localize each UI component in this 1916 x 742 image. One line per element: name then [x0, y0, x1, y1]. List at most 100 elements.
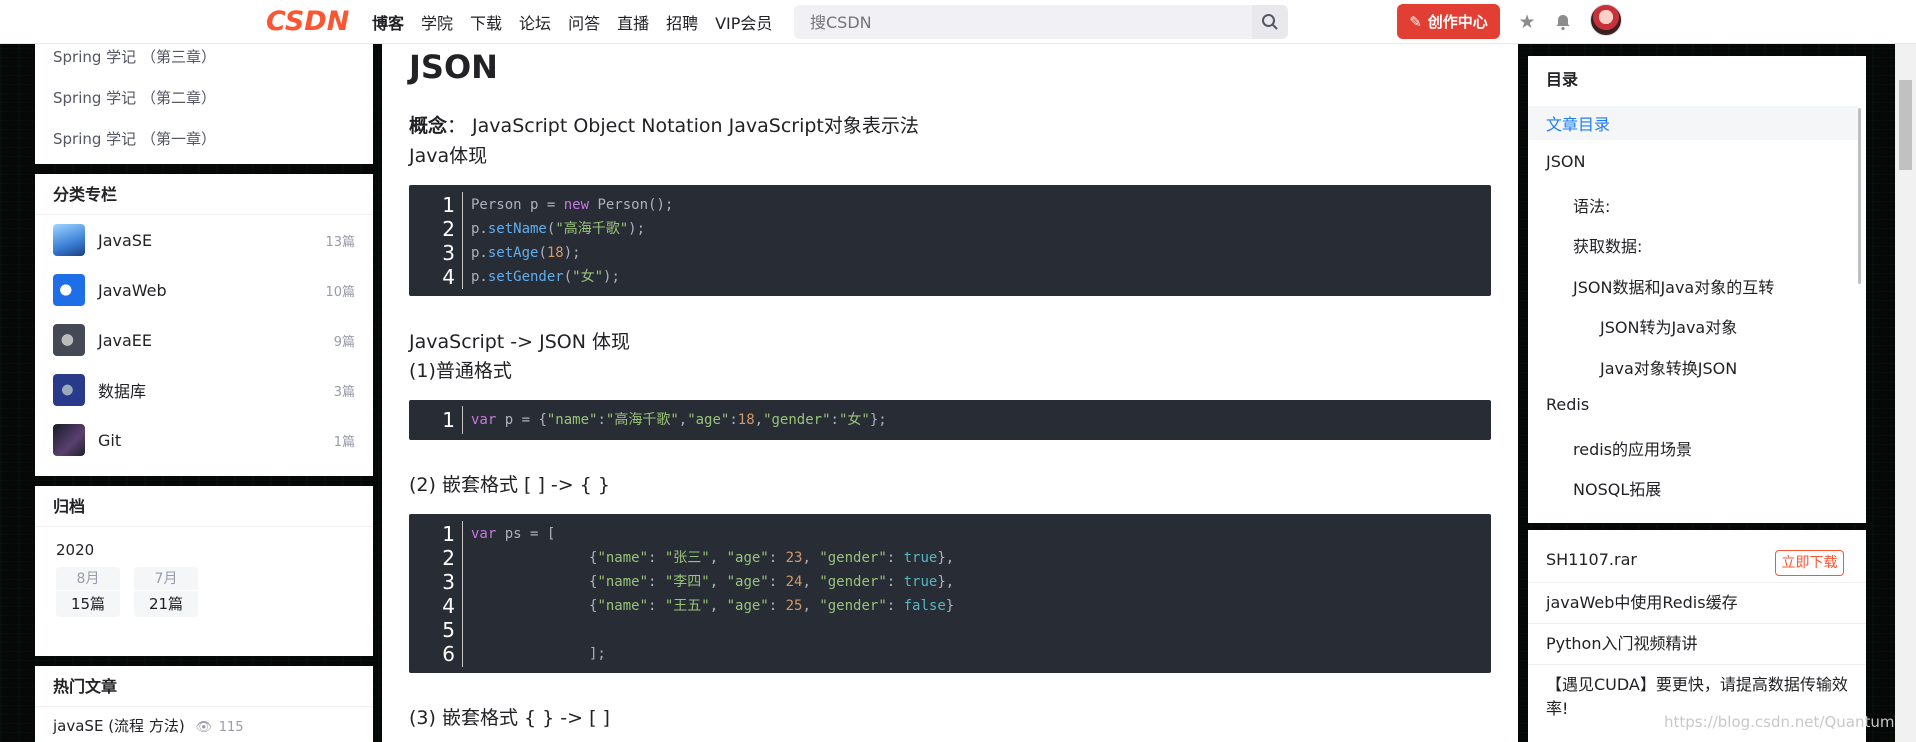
line-number: 1 [442, 408, 455, 432]
recommend-divider [1528, 623, 1866, 624]
nav-qa[interactable]: 问答 [568, 10, 600, 34]
line-number: 4 [442, 265, 455, 289]
concept-label: 概念 [409, 115, 448, 137]
category-item[interactable]: JavaWeb 10篇 [35, 265, 373, 315]
nav-jobs[interactable]: 招聘 [666, 10, 698, 34]
category-item[interactable]: JavaEE 9篇 [35, 315, 373, 365]
nav-vip[interactable]: VIP会员 [715, 10, 772, 34]
archive-months: 8月 15篇 7月 21篇 [35, 567, 373, 617]
format1-label: (1)普通格式 [409, 360, 512, 382]
nav-download[interactable]: 下载 [470, 10, 502, 34]
user-avatar[interactable] [1590, 4, 1622, 36]
code-text: Person p = new Person(); [471, 197, 674, 213]
category-name: JavaSE [98, 230, 153, 250]
line-number: 1 [442, 193, 455, 217]
archive-month-item[interactable]: 8月 15篇 [56, 567, 120, 617]
toc-item[interactable]: Java对象转换JSON [1600, 355, 1737, 379]
javaee-icon [53, 324, 85, 356]
archive-card: 归档 2020 8月 15篇 7月 21篇 [35, 486, 373, 656]
code-text: {"name": "张三", "age": 23, "gender": true… [471, 550, 955, 566]
archive-month-label: 7月 [134, 567, 198, 591]
code-block[interactable]: 1 var p = {"name":"高海千歌","age":18,"gende… [409, 400, 1491, 440]
toc-item[interactable]: redis的应用场景 [1573, 436, 1692, 460]
search-icon [1262, 14, 1278, 30]
category-item[interactable]: JavaSE 13篇 [35, 215, 373, 265]
recommend-divider [1528, 582, 1866, 583]
line-number: 5 [442, 618, 455, 642]
page-scroll-thumb[interactable] [1899, 80, 1912, 170]
category-name: 数据库 [98, 382, 147, 401]
code-line: 4 p.setGender("女"); [409, 265, 1491, 289]
nav-live[interactable]: 直播 [617, 10, 649, 34]
java-label: Java体现 [409, 145, 488, 167]
code-text: var p = {"name":"高海千歌","age":18,"gender"… [471, 412, 887, 428]
code-line: 1 var ps = [ [409, 522, 1491, 546]
toc-item[interactable]: JSON数据和Java对象的互转 [1573, 274, 1774, 298]
code-text: var ps = [ [471, 526, 556, 542]
code-line: 3 p.setAge(18); [409, 241, 1491, 265]
toc-item[interactable]: NOSQL拓展 [1573, 476, 1661, 500]
create-center-button[interactable]: ✎ 创作中心 [1397, 4, 1500, 39]
page-scrollbar[interactable] [1895, 44, 1916, 742]
archive-month-count: 15篇 [70, 595, 106, 613]
category-item[interactable]: Git 1篇 [35, 415, 373, 465]
table-of-contents: 目录 文章目录 JSON 语法: 获取数据: JSON数据和Java对象的互转 … [1528, 56, 1866, 523]
category-count: 10篇 [325, 284, 355, 300]
search-input[interactable] [794, 5, 1252, 39]
toc-item[interactable]: JSON [1546, 152, 1585, 171]
hot-article-item[interactable]: javaSE (流程 方法) 👁 115 [35, 715, 373, 736]
category-count: 13篇 [325, 234, 355, 250]
code-block[interactable]: 1 var ps = [ 2 {"name": "张三", "age": 23,… [409, 514, 1491, 673]
toc-scrollbar[interactable] [1858, 108, 1861, 284]
toc-item[interactable]: JSON转为Java对象 [1600, 314, 1737, 338]
recent-article-item[interactable]: Spring 学记 （第二章） [35, 78, 373, 119]
category-name: JavaEE [98, 330, 153, 350]
download-button[interactable]: 立即下载 [1775, 550, 1844, 576]
code-text: {"name": "王五", "age": 25, "gender": fals… [471, 598, 955, 614]
database-icon [53, 374, 85, 406]
line-number: 3 [442, 570, 455, 594]
category-count: 9篇 [333, 334, 355, 350]
categories-title: 分类专栏 [35, 174, 373, 215]
hot-article-views: 115 [218, 720, 244, 735]
recent-article-item[interactable]: Spring 学记 （第一章） [35, 119, 373, 160]
toc-item[interactable]: 语法: [1573, 193, 1610, 217]
search-button[interactable] [1252, 5, 1288, 39]
recent-articles-card: Spring 学记 （第三章） Spring 学记 （第二章） Spring 学… [35, 44, 373, 164]
code-block[interactable]: 1 Person p = new Person(); 2 p.setName("… [409, 185, 1491, 296]
toc-item[interactable]: Redis [1546, 395, 1589, 414]
recommend-item[interactable]: Python入门视频精讲 [1546, 632, 1856, 656]
archive-month-item[interactable]: 7月 21篇 [134, 567, 198, 617]
concept-text: ： JavaScript Object Notation JavaScript对… [447, 115, 919, 137]
nav-academy[interactable]: 学院 [421, 10, 453, 34]
category-item[interactable]: 数据库 3篇 [35, 365, 373, 415]
toc-item[interactable]: 获取数据: [1573, 233, 1642, 257]
category-count: 1篇 [333, 434, 355, 450]
javase-icon [53, 224, 85, 256]
concept-paragraph: 概念： JavaScript Object Notation JavaScrip… [409, 111, 919, 138]
favorite-star-icon[interactable]: ★ [1516, 11, 1538, 33]
line-number: 2 [442, 217, 455, 241]
archive-month-count: 21篇 [148, 595, 184, 613]
code-line: 6 ]; [409, 642, 1491, 666]
category-count: 3篇 [333, 384, 355, 400]
article-content: JSON 概念： JavaScript Object Notation Java… [382, 44, 1518, 742]
recommend-divider [1528, 664, 1866, 665]
toc-item[interactable]: 文章目录 [1546, 111, 1610, 135]
csdn-logo[interactable]: CSDN [266, 6, 349, 37]
toc-title: 目录 [1546, 70, 1579, 89]
code-line: 3 {"name": "李四", "age": 24, "gender": tr… [409, 570, 1491, 594]
nav-blog[interactable]: 博客 [372, 10, 404, 34]
line-number: 3 [442, 241, 455, 265]
archive-year: 2020 [56, 541, 95, 559]
nav-forum[interactable]: 论坛 [519, 10, 551, 34]
archive-month-label: 8月 [56, 567, 120, 591]
eye-icon: 👁 [195, 720, 212, 735]
code-line: 5 [409, 618, 1491, 642]
search-box [794, 5, 1288, 39]
js-label: JavaScript -> JSON 体现 [409, 331, 630, 353]
recommend-item[interactable]: javaWeb中使用Redis缓存 [1546, 591, 1856, 615]
main-nav: 博客 学院 下载 论坛 问答 直播 招聘 VIP会员 [372, 0, 789, 44]
code-line: 2 p.setName("高海千歌"); [409, 217, 1491, 241]
notification-bell-icon[interactable] [1552, 11, 1574, 33]
